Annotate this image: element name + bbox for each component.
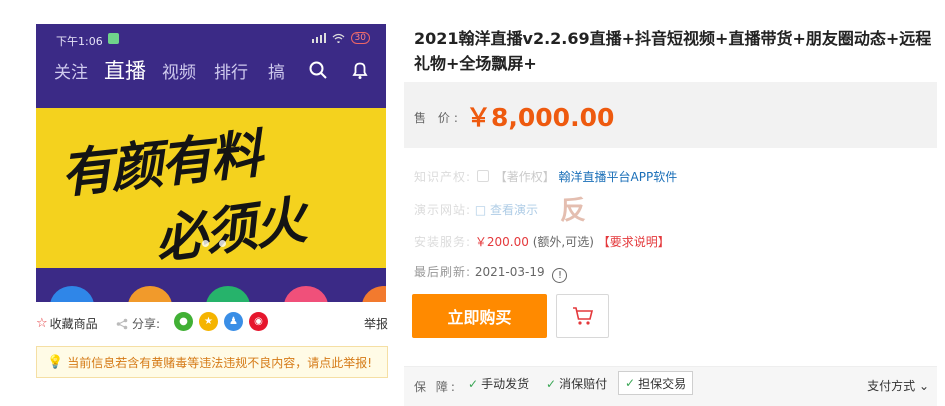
favorite-button[interactable]: ☆ 收藏商品 (36, 315, 98, 332)
demo-row: 演示网站: □ 查看演示 (414, 201, 538, 218)
demo-link[interactable]: □ 查看演示 (475, 203, 538, 217)
install-row: 安装服务: ￥200.00 (额外,可选) 【要求说明】 (414, 233, 670, 250)
phone-tab-follow: 关注 (54, 63, 88, 83)
ip-tag: 【著作权】 (494, 170, 555, 184)
phone-tab-rank: 排行 (214, 63, 248, 83)
app-notification-icon (108, 33, 119, 44)
price-value: ￥8,000.00 (466, 103, 615, 132)
image-actions-bar: ☆ 收藏商品 分享: ● ★ ♟ ◉ 举报 (36, 312, 388, 334)
wechat-icon[interactable]: ● (174, 312, 193, 331)
qzone-icon[interactable]: ★ (199, 312, 218, 331)
shield-icon (476, 170, 489, 182)
product-image[interactable]: 下午1:06 30 关注 直播 视频 排行 搞 有颜有料 必须火 (36, 24, 386, 302)
add-to-cart-button[interactable] (556, 294, 609, 338)
payment-method-label: 支付方式 (867, 379, 916, 393)
refresh-label: 最后刷新: (414, 265, 472, 279)
phone-tab-funny: 搞 (268, 63, 285, 83)
search-icon (309, 61, 327, 79)
phone-bottom-icons (36, 286, 386, 302)
requirements-link[interactable]: 【要求说明】 (598, 235, 670, 249)
share-icon (116, 318, 128, 329)
qq-icon[interactable]: ♟ (224, 312, 243, 331)
share-section: 分享: (116, 315, 160, 332)
status-icons: 30 (311, 32, 370, 44)
phone-nav-tabs: 关注 直播 视频 排行 搞 (36, 54, 386, 96)
guarantee-manual-delivery: ✓ 手动发货 (468, 375, 529, 392)
watermark-text: 反 (560, 196, 587, 226)
demo-link-text: 查看演示 (490, 203, 539, 217)
product-page: 下午1:06 30 关注 直播 视频 排行 搞 有颜有料 必须火 ☆ 收藏商品 … (0, 0, 945, 406)
guarantee-bar: 保 障: ✓ 手动发货 ✓ 消保赔付 ✓ 担保交易 支付方式 ⌄ (404, 366, 937, 406)
guarantee-item-label: 担保交易 (638, 376, 687, 391)
install-note: (额外,可选) (532, 235, 594, 249)
carousel-dots (202, 240, 226, 247)
install-label: 安装服务: (414, 235, 472, 249)
guarantee-compensation: ✓ 消保赔付 (546, 375, 607, 392)
report-notice[interactable]: 💡 当前信息若含有黄赌毒等违法违规不良内容，请点此举报! (36, 346, 388, 378)
check-icon: ✓ (625, 376, 636, 390)
favorite-label: 收藏商品 (49, 317, 98, 331)
product-title: 2021翰洋直播v2.2.69直播+抖音短视频+直播带货+朋友圈动态+远程礼物+… (414, 29, 932, 73)
status-time: 下午1:06 (56, 35, 103, 48)
share-label: 分享: (132, 317, 161, 331)
ip-row: 知识产权: 【著作权】 翰洋直播平台APP软件 (414, 168, 677, 185)
ip-value-link[interactable]: 翰洋直播平台APP软件 (559, 170, 678, 184)
refresh-date: 2021-03-19 (474, 265, 545, 279)
ip-label: 知识产权: (414, 170, 472, 184)
check-icon: ✓ (546, 376, 557, 391)
battery-indicator: 30 (350, 32, 370, 44)
signal-icon (311, 33, 326, 43)
star-icon: ☆ (36, 316, 48, 331)
price-label: 售 价: (414, 111, 462, 125)
payment-method-dropdown[interactable]: 支付方式 ⌄ (867, 377, 929, 394)
phone-tab-video: 视频 (162, 63, 196, 83)
share-icons: ● ★ ♟ ◉ (174, 312, 268, 331)
bell-icon (352, 62, 368, 79)
chevron-down-icon: ⌄ (918, 379, 929, 393)
check-icon: ✓ (468, 376, 479, 391)
price-box: 售 价: ￥8,000.00 (404, 82, 937, 148)
wifi-icon (332, 33, 344, 43)
weibo-icon[interactable]: ◉ (249, 312, 268, 331)
notice-text: 当前信息若含有黄赌毒等违法违规不良内容，请点此举报! (67, 355, 373, 370)
phone-status-bar: 下午1:06 30 (36, 24, 386, 54)
guarantee-item-label: 手动发货 (481, 377, 530, 391)
report-link[interactable]: 举报 (364, 315, 388, 332)
buy-now-button[interactable]: 立即购买 (412, 294, 547, 338)
guarantee-label: 保 障: (414, 380, 458, 394)
lightbulb-icon: 💡 (47, 354, 64, 370)
cart-icon (572, 307, 593, 325)
demo-label: 演示网站: (414, 203, 472, 217)
phone-tab-live: 直播 (104, 59, 146, 83)
guarantee-escrow-tab[interactable]: ✓ 担保交易 (618, 371, 694, 395)
install-price: ￥200.00 (474, 235, 529, 249)
refresh-row: 最后刷新: 2021-03-19 ! (414, 263, 568, 283)
guarantee-item-label: 消保赔付 (559, 377, 608, 391)
clock-icon[interactable]: ! (552, 268, 568, 283)
